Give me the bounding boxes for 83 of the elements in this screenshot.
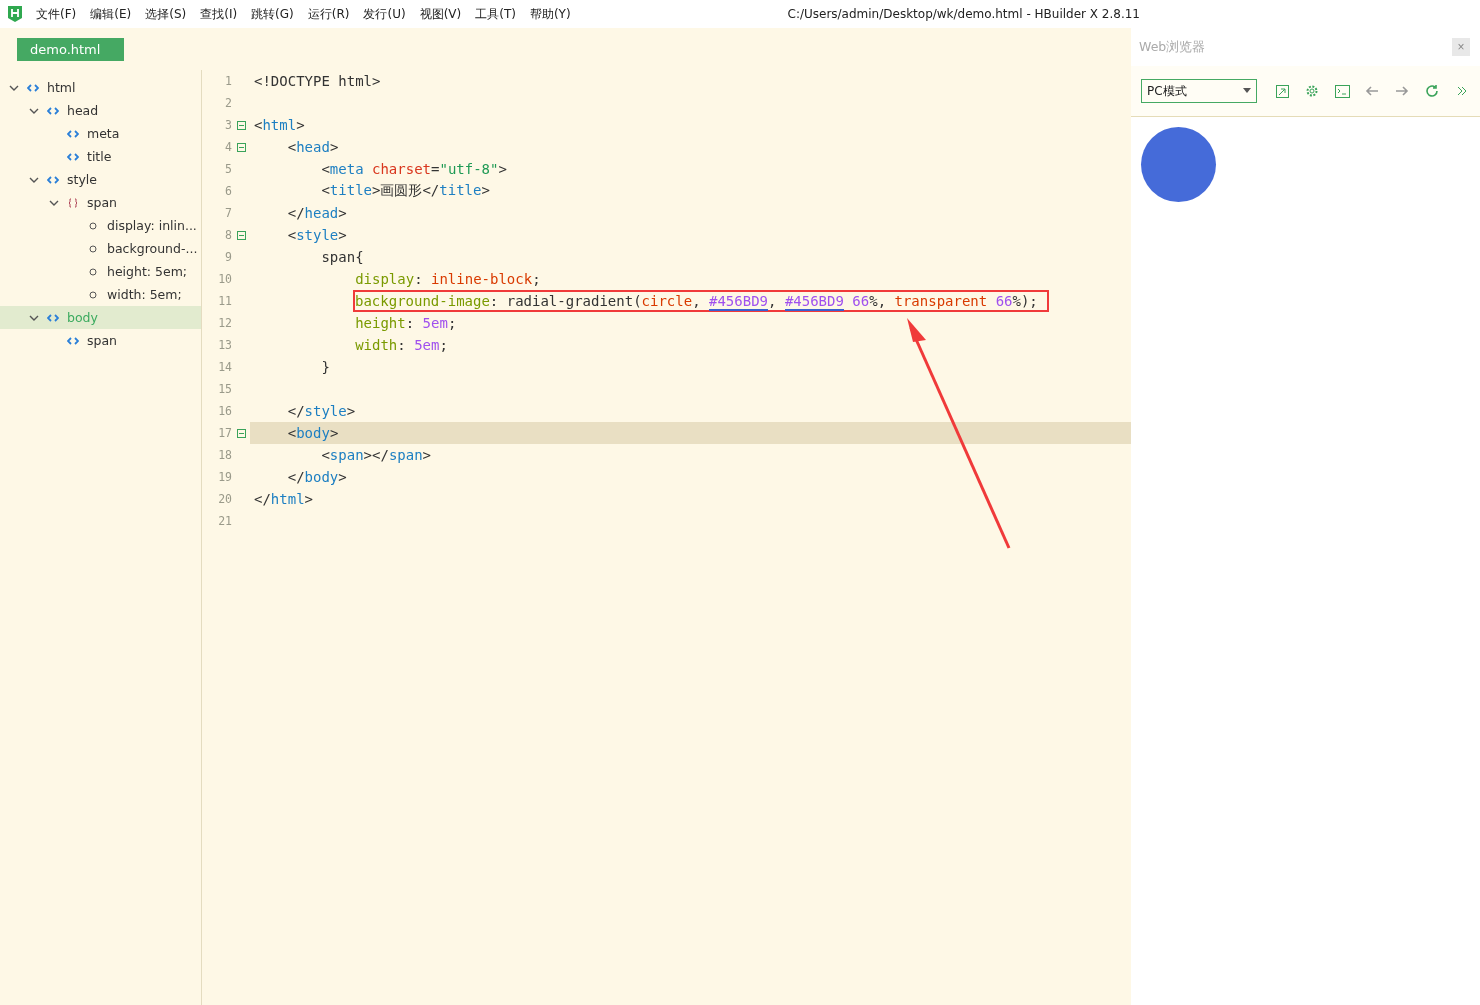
code-line: <body> bbox=[286, 424, 340, 443]
code-line: width: 5em; bbox=[354, 336, 449, 355]
tag-icon bbox=[67, 336, 79, 345]
line-number: 10 bbox=[217, 272, 232, 286]
line-number: 15 bbox=[217, 382, 232, 396]
braces-icon bbox=[67, 197, 79, 208]
line-number: 14 bbox=[217, 360, 232, 374]
code-line: <style> bbox=[286, 226, 348, 245]
menu-item[interactable]: 工具(T) bbox=[475, 5, 516, 23]
line-number: 17 bbox=[217, 426, 232, 440]
line-number: 19 bbox=[217, 470, 232, 484]
panel-title: Web浏览器 bbox=[1139, 38, 1206, 56]
caret-icon bbox=[1243, 88, 1251, 94]
outline-item[interactable]: style bbox=[0, 168, 201, 191]
circle-icon bbox=[89, 267, 97, 276]
line-number: 20 bbox=[217, 492, 232, 506]
fold-icon[interactable] bbox=[236, 230, 246, 240]
circle-icon bbox=[89, 290, 97, 299]
code-line: <html> bbox=[253, 116, 306, 135]
code-line: <span></span> bbox=[320, 446, 433, 465]
code-line: display: inline-block; bbox=[354, 270, 542, 289]
outline-item[interactable]: title bbox=[0, 145, 201, 168]
line-number: 4 bbox=[224, 140, 232, 154]
code-line: <title>画圆形</title> bbox=[320, 181, 491, 200]
code-line: height: 5em; bbox=[354, 314, 458, 333]
line-number: 2 bbox=[224, 96, 232, 110]
line-number: 6 bbox=[224, 184, 232, 198]
outline-item[interactable]: meta bbox=[0, 122, 201, 145]
outline-item[interactable]: span bbox=[0, 191, 201, 214]
tag-icon bbox=[27, 83, 39, 92]
outline-item[interactable]: background-... bbox=[0, 237, 201, 260]
code-line: span{ bbox=[320, 248, 365, 267]
line-number: 8 bbox=[224, 228, 232, 242]
code-line: <meta charset="utf-8"> bbox=[320, 160, 508, 179]
tag-icon bbox=[67, 129, 79, 138]
menu-item[interactable]: 编辑(E) bbox=[90, 5, 132, 23]
outline-item[interactable]: html bbox=[0, 76, 201, 99]
menu-item[interactable]: 文件(F) bbox=[36, 5, 77, 23]
code-line: <!DOCTYPE html> bbox=[253, 72, 382, 91]
code-line: </html> bbox=[253, 490, 314, 509]
line-number: 18 bbox=[217, 448, 232, 462]
line-number: 13 bbox=[217, 338, 232, 352]
outline-item[interactable]: display: inlin... bbox=[0, 214, 201, 237]
open-external-icon[interactable] bbox=[1273, 82, 1291, 100]
fold-icon[interactable] bbox=[236, 428, 246, 438]
line-number: 5 bbox=[224, 162, 232, 176]
tag-icon bbox=[47, 175, 59, 184]
tag-icon bbox=[47, 313, 59, 322]
line-number: 1 bbox=[224, 74, 232, 88]
menu-item[interactable]: 选择(S) bbox=[145, 5, 187, 23]
menu-item[interactable]: 发行(U) bbox=[363, 5, 406, 23]
line-number: 11 bbox=[217, 294, 232, 308]
window-title: C:/Users/admin/Desktop/wk/demo.html - HBuilder X 2.8.11 bbox=[787, 7, 1140, 21]
line-number: 7 bbox=[224, 206, 232, 220]
fold-icon[interactable] bbox=[236, 142, 246, 152]
menu-item[interactable]: 运行(R) bbox=[307, 5, 350, 23]
menu-item[interactable]: 视图(V) bbox=[419, 5, 462, 23]
circle-icon bbox=[89, 244, 97, 253]
tag-icon bbox=[47, 106, 59, 115]
code-line: </style> bbox=[286, 402, 357, 421]
line-number: 16 bbox=[217, 404, 232, 418]
tag-icon bbox=[67, 152, 79, 161]
circle-icon bbox=[89, 221, 97, 230]
line-number: 9 bbox=[224, 250, 232, 264]
menu-item[interactable]: 帮助(Y) bbox=[529, 5, 571, 23]
code-line: } bbox=[320, 358, 331, 377]
outline-item[interactable]: span bbox=[0, 329, 201, 352]
fold-icon[interactable] bbox=[236, 120, 246, 130]
line-number: 12 bbox=[217, 316, 232, 330]
line-number: 3 bbox=[224, 118, 232, 132]
terminal-icon[interactable] bbox=[1333, 82, 1351, 100]
code-line: </body> bbox=[286, 468, 348, 487]
code-line: </head> bbox=[286, 204, 348, 223]
mode-select[interactable]: PC模式 bbox=[1141, 79, 1257, 103]
refresh-icon[interactable] bbox=[1423, 82, 1441, 100]
code-line: <head> bbox=[286, 138, 340, 157]
menu-item[interactable]: 跳转(G) bbox=[251, 5, 294, 23]
outline-item[interactable]: width: 5em; bbox=[0, 283, 201, 306]
line-number: 21 bbox=[217, 514, 232, 528]
app-logo-icon bbox=[8, 6, 22, 22]
outline-item[interactable]: height: 5em; bbox=[0, 260, 201, 283]
outline-item[interactable]: head bbox=[0, 99, 201, 122]
menu-item[interactable]: 查找(I) bbox=[200, 5, 238, 23]
